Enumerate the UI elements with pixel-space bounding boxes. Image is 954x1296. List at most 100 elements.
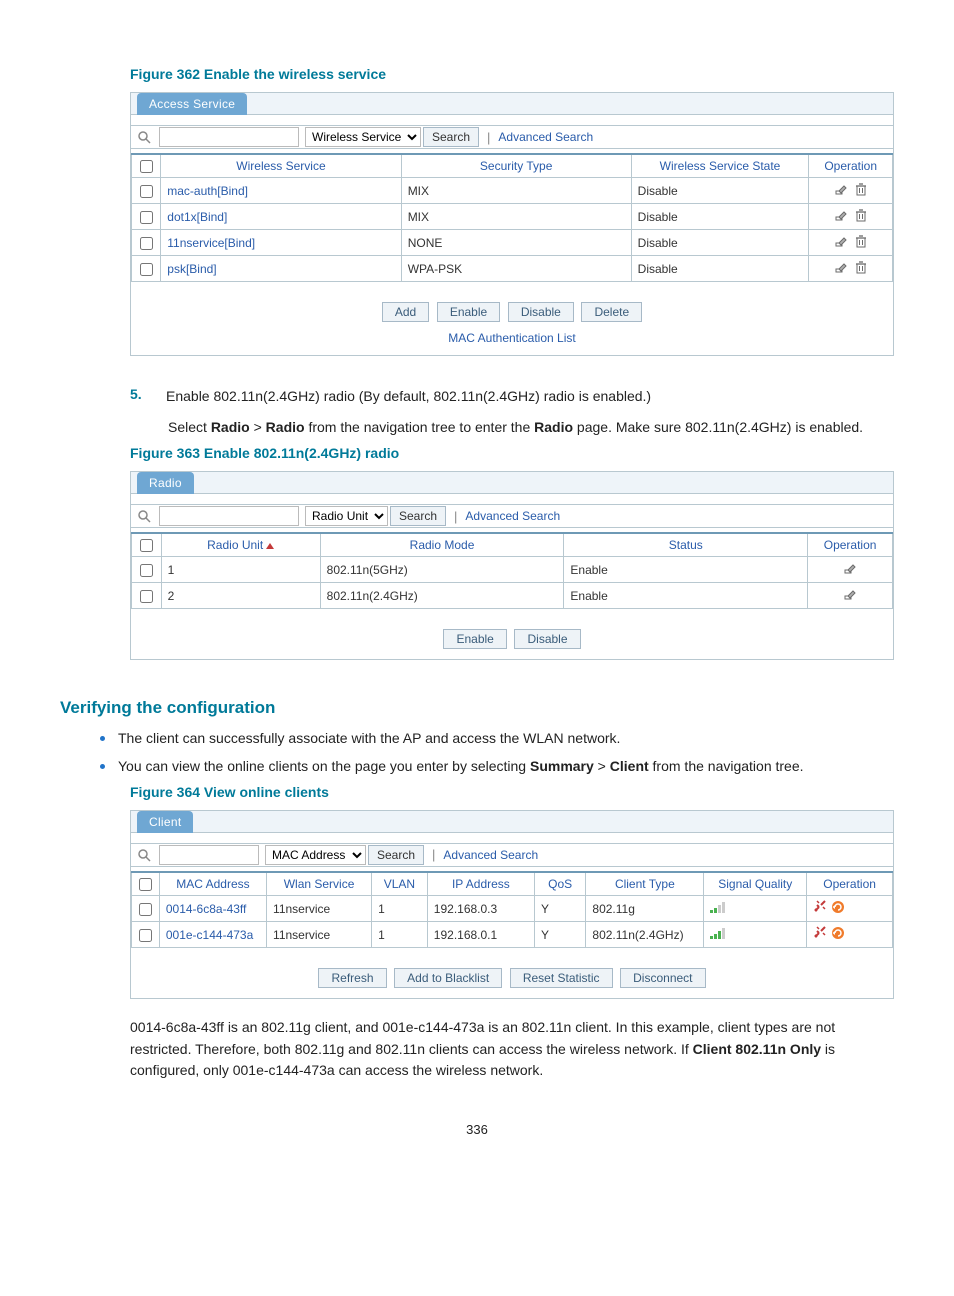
- tab-access-service[interactable]: Access Service: [137, 93, 247, 115]
- signal-quality: [704, 922, 807, 948]
- radio-mode: 802.11n(5GHz): [320, 557, 564, 583]
- edit-icon[interactable]: [843, 587, 857, 601]
- col-radio-status[interactable]: Status: [564, 533, 808, 557]
- disconnect-icon[interactable]: [813, 926, 827, 940]
- trash-icon[interactable]: [854, 182, 868, 196]
- col-radio-unit[interactable]: Radio Unit: [161, 533, 320, 557]
- reset-statistic-button[interactable]: Reset Statistic: [510, 968, 613, 988]
- table-row: 11nservice[Bind] NONE Disable: [132, 230, 893, 256]
- row-checkbox[interactable]: [140, 211, 153, 224]
- signal-quality: [704, 896, 807, 922]
- col-qos[interactable]: QoS: [534, 872, 585, 896]
- radio-search-button[interactable]: Search: [390, 506, 446, 526]
- disconnect-button[interactable]: Disconnect: [620, 968, 705, 988]
- col-vlan[interactable]: VLAN: [372, 872, 428, 896]
- ws-search-column[interactable]: Wireless Service: [305, 127, 421, 147]
- col-radio-mode[interactable]: Radio Mode: [320, 533, 564, 557]
- edit-icon[interactable]: [843, 561, 857, 575]
- access-service-panel: Access Service Wireless Service Search |…: [130, 92, 894, 356]
- client-select-all[interactable]: [139, 878, 152, 891]
- col-operation: Operation: [808, 533, 893, 557]
- radio-advanced-search[interactable]: Advanced Search: [465, 509, 560, 523]
- tab-client[interactable]: Client: [137, 811, 193, 833]
- bind-link[interactable]: [Bind]: [224, 236, 255, 250]
- ws-search-input[interactable]: [159, 127, 299, 147]
- radio-panel: Radio Radio Unit Search | Advanced Searc…: [130, 471, 894, 660]
- trash-icon[interactable]: [854, 208, 868, 222]
- row-checkbox[interactable]: [139, 929, 152, 942]
- figure-364-caption: Figure 364 View online clients: [130, 784, 894, 800]
- col-signal-quality[interactable]: Signal Quality: [704, 872, 807, 896]
- verify-bullet-2: You can view the online clients on the p…: [98, 756, 894, 778]
- radio-search-column[interactable]: Radio Unit: [305, 506, 388, 526]
- ws-sec: MIX: [401, 178, 631, 204]
- enable-button[interactable]: Enable: [437, 302, 500, 322]
- client-mac[interactable]: 0014-6c8a-43ff: [166, 902, 247, 916]
- client-qos: Y: [534, 922, 585, 948]
- client-search-column[interactable]: MAC Address: [265, 845, 366, 865]
- verifying-heading: Verifying the configuration: [60, 698, 894, 718]
- disable-button[interactable]: Disable: [514, 629, 580, 649]
- disconnect-icon[interactable]: [813, 900, 827, 914]
- client-service: 11nservice: [267, 922, 372, 948]
- edit-icon[interactable]: [834, 208, 848, 222]
- client-search-button[interactable]: Search: [368, 845, 424, 865]
- refresh-button[interactable]: Refresh: [318, 968, 386, 988]
- edit-icon[interactable]: [834, 182, 848, 196]
- refresh-icon[interactable]: [831, 926, 845, 940]
- edit-icon[interactable]: [834, 260, 848, 274]
- ws-name: psk: [167, 262, 186, 276]
- radio-unit: 1: [161, 557, 320, 583]
- wireless-service-table: Wireless Service Security Type Wireless …: [131, 153, 893, 282]
- figure-363-caption: Figure 363 Enable 802.11n(2.4GHz) radio: [130, 445, 894, 461]
- row-checkbox[interactable]: [140, 263, 153, 276]
- search-icon: [135, 846, 153, 864]
- col-ws-state[interactable]: Wireless Service State: [631, 154, 809, 178]
- row-checkbox[interactable]: [140, 590, 153, 603]
- client-mac[interactable]: 001e-c144-473a: [166, 928, 253, 942]
- ws-advanced-search[interactable]: Advanced Search: [498, 130, 593, 144]
- add-button[interactable]: Add: [382, 302, 429, 322]
- add-blacklist-button[interactable]: Add to Blacklist: [394, 968, 502, 988]
- row-checkbox[interactable]: [140, 564, 153, 577]
- refresh-icon[interactable]: [831, 900, 845, 914]
- bind-link[interactable]: [Bind]: [197, 210, 228, 224]
- disable-button[interactable]: Disable: [508, 302, 574, 322]
- col-wireless-service[interactable]: Wireless Service: [161, 154, 401, 178]
- client-search-input[interactable]: [159, 845, 259, 865]
- trash-icon[interactable]: [854, 234, 868, 248]
- radio-search-input[interactable]: [159, 506, 299, 526]
- bind-link[interactable]: [Bind]: [186, 262, 217, 276]
- radio-status: Enable: [564, 557, 808, 583]
- col-ip[interactable]: IP Address: [427, 872, 534, 896]
- client-vlan: 1: [372, 896, 428, 922]
- col-security-type[interactable]: Security Type: [401, 154, 631, 178]
- client-vlan: 1: [372, 922, 428, 948]
- radio-status: Enable: [564, 583, 808, 609]
- radio-select-all[interactable]: [140, 539, 153, 552]
- mac-auth-list-link[interactable]: MAC Authentication List: [448, 331, 575, 345]
- client-action-bar: Refresh Add to Blacklist Reset Statistic…: [131, 968, 893, 988]
- trash-icon[interactable]: [854, 260, 868, 274]
- radio-mode: 802.11n(2.4GHz): [320, 583, 564, 609]
- client-advanced-search[interactable]: Advanced Search: [443, 848, 538, 862]
- tab-radio[interactable]: Radio: [137, 472, 194, 494]
- bind-link[interactable]: [Bind]: [217, 184, 248, 198]
- row-checkbox[interactable]: [139, 903, 152, 916]
- row-checkbox[interactable]: [140, 185, 153, 198]
- col-operation: Operation: [807, 872, 893, 896]
- delete-button[interactable]: Delete: [581, 302, 642, 322]
- ws-action-bar: Add Enable Disable Delete: [131, 302, 893, 322]
- ws-select-all[interactable]: [140, 160, 153, 173]
- client-type: 802.11g: [586, 896, 704, 922]
- ws-sec: MIX: [401, 204, 631, 230]
- search-icon: [135, 507, 153, 525]
- enable-button[interactable]: Enable: [443, 629, 506, 649]
- client-panel: Client MAC Address Search | Advanced Sea…: [130, 810, 894, 999]
- edit-icon[interactable]: [834, 234, 848, 248]
- col-client-type[interactable]: Client Type: [586, 872, 704, 896]
- row-checkbox[interactable]: [140, 237, 153, 250]
- ws-search-button[interactable]: Search: [423, 127, 479, 147]
- col-wlan-service[interactable]: Wlan Service: [267, 872, 372, 896]
- col-mac[interactable]: MAC Address: [159, 872, 266, 896]
